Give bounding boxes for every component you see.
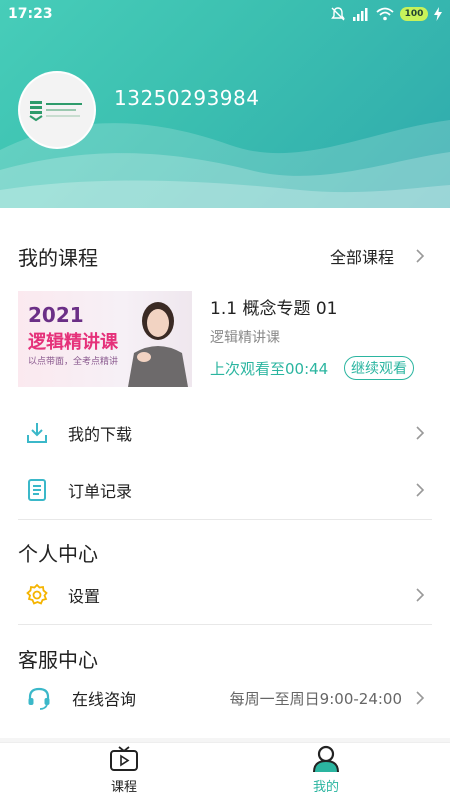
battery-icon: 100 (400, 7, 428, 21)
course-thumbnail[interactable]: 2021 逻辑精讲课 以点带面，全考点精讲 (18, 291, 192, 387)
menu-item-online-consult[interactable]: 在线咨询 每周一至周日9:00-24:00 (0, 673, 450, 723)
user-phone: 13250293984 (114, 86, 260, 110)
menu-item-orders[interactable]: 订单记录 (0, 465, 450, 515)
status-time: 17:23 (8, 6, 53, 22)
bottom-tab-bar: 课程 我的 (0, 742, 450, 800)
course-name[interactable]: 1.1 概念专题 01 (210, 294, 337, 319)
content-card: 我的课程 全部课程 2021 逻辑精讲课 以点带面，全考点精讲 1.1 概念专题… (0, 208, 450, 738)
personal-center-title: 个人中心 (18, 542, 98, 566)
settings-gear-icon (26, 583, 48, 605)
thumb-year: 2021 (28, 303, 84, 327)
orders-label: 订单记录 (68, 482, 133, 501)
wifi-icon (376, 7, 394, 21)
tab-courses-label: 课程 (110, 780, 137, 795)
downloads-label: 我的下载 (68, 425, 133, 444)
settings-label: 设置 (68, 587, 101, 606)
avatar-logo (29, 101, 82, 122)
service-hours: 每周一至周日9:00-24:00 (229, 689, 402, 708)
watch-progress: 上次观看至00:44 (210, 360, 329, 378)
menu-item-downloads[interactable]: 我的下载 (0, 408, 450, 458)
chevron-right-icon (416, 483, 425, 497)
thumb-subtitle: 以点带面，全考点精讲 (28, 357, 119, 367)
signal-icon (353, 8, 368, 21)
divider (18, 519, 432, 520)
chevron-right-icon (416, 588, 425, 602)
user-profile-icon (313, 745, 339, 773)
course-category: 逻辑精讲课 (210, 330, 280, 346)
charging-icon (434, 7, 442, 21)
continue-watching-button[interactable]: 继续观看 (344, 356, 414, 380)
profile-header: 17:23 100 13250293984 (0, 0, 450, 210)
tab-mine[interactable]: 我的 (276, 743, 376, 800)
online-consult-label: 在线咨询 (72, 690, 137, 709)
order-list-icon (28, 479, 46, 501)
download-icon (27, 423, 47, 443)
chevron-right-icon (416, 691, 425, 705)
status-icons: 100 (330, 6, 442, 22)
tab-mine-label: 我的 (312, 780, 339, 795)
tab-courses[interactable]: 课程 (74, 743, 174, 800)
thumb-title: 逻辑精讲课 (28, 332, 118, 353)
status-bar: 17:23 100 (0, 0, 450, 28)
avatar[interactable] (18, 71, 96, 149)
chevron-right-icon (416, 426, 425, 440)
bell-mute-icon (331, 7, 345, 21)
service-center-title: 客服中心 (18, 648, 98, 672)
teacher-portrait-image (128, 302, 188, 387)
all-courses-link[interactable]: 全部课程 (330, 244, 394, 268)
headset-icon (28, 687, 50, 710)
menu-item-settings[interactable]: 设置 (0, 570, 450, 620)
tv-play-icon (110, 746, 138, 771)
chevron-right-icon[interactable] (412, 248, 428, 264)
my-courses-header: 我的课程 全部课程 (0, 240, 450, 272)
my-courses-title: 我的课程 (18, 245, 98, 270)
divider (18, 624, 432, 625)
